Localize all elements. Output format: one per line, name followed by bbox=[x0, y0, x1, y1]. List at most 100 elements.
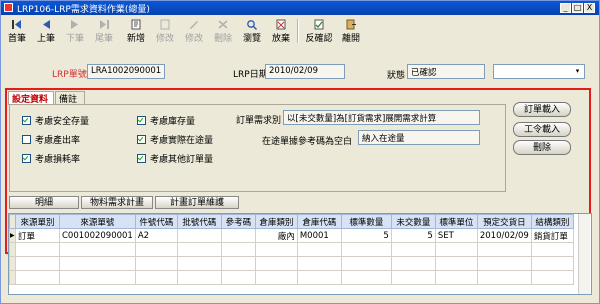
first-record-label: 首筆 bbox=[7, 34, 26, 44]
checkbox-box[interactable] bbox=[22, 154, 31, 163]
delete-row-button[interactable]: 刪除 bbox=[513, 140, 571, 155]
checkbox-label: 考慮實際在途量 bbox=[150, 136, 214, 146]
modify-button[interactable]: 修改 bbox=[180, 17, 208, 45]
previous-record-icon bbox=[43, 20, 50, 29]
table-cell[interactable]: M0001 bbox=[296, 228, 342, 243]
tab-notes[interactable]: 備註 bbox=[55, 91, 85, 105]
table-cell[interactable] bbox=[220, 228, 256, 243]
unconfirm-icon bbox=[314, 19, 324, 30]
unconfirm-button[interactable]: 反確認 bbox=[302, 17, 336, 45]
column-header[interactable]: 預定交貨日 bbox=[476, 214, 532, 229]
table-cell[interactable]: SET bbox=[434, 228, 478, 243]
checkbox-other-orders[interactable]: 考慮其他訂單量 bbox=[137, 152, 213, 165]
next-record-icon bbox=[71, 20, 78, 29]
checkbox-box[interactable] bbox=[137, 154, 146, 163]
exit-icon bbox=[346, 19, 356, 30]
column-header[interactable]: 標準單位 bbox=[434, 214, 478, 229]
modify-icon bbox=[190, 21, 198, 29]
last-record-label: 尾筆 bbox=[94, 34, 113, 44]
next-record-button[interactable]: 下筆 bbox=[61, 17, 89, 45]
checkbox-label: 考慮庫存量 bbox=[150, 117, 196, 127]
lrp-date-field[interactable]: 2010/02/09 bbox=[265, 64, 345, 79]
vertical-scrollbar[interactable] bbox=[578, 214, 590, 294]
detail-grid: 來源單別 來源單號 件號代碼 批號代碼 參考碼 倉庫類別 倉庫代碼 標準數量 未… bbox=[8, 213, 592, 295]
subtab-detail[interactable]: 明細 bbox=[9, 196, 79, 209]
order-demand-field[interactable]: 以[未交數量]為[訂貨需求]展開需求計算 bbox=[283, 110, 480, 125]
lrp-date-label: LRP日期 bbox=[233, 70, 268, 80]
column-header[interactable]: 結構類別 bbox=[530, 214, 574, 229]
delete-button[interactable]: 刪除 bbox=[209, 17, 237, 45]
add-button[interactable]: 新增 bbox=[122, 17, 150, 45]
checkbox-box[interactable] bbox=[22, 116, 31, 125]
status-label: 狀態 bbox=[387, 71, 406, 81]
subtab-mrp[interactable]: 物料需求計畫 bbox=[81, 196, 153, 209]
table-cell[interactable]: 訂單 bbox=[15, 228, 60, 243]
checkbox-box[interactable] bbox=[137, 116, 146, 125]
column-header[interactable]: 來源單別 bbox=[15, 214, 60, 229]
edit-icon bbox=[160, 19, 170, 30]
delete-label: 刪除 bbox=[213, 34, 232, 44]
column-header[interactable]: 來源單號 bbox=[59, 214, 136, 229]
table-cell[interactable]: 2010/02/09 bbox=[476, 228, 532, 243]
browse-label: 瀏覽 bbox=[242, 34, 261, 44]
app-icon bbox=[4, 3, 13, 12]
checkbox-output-rate[interactable]: 考慮產出率 bbox=[22, 133, 80, 146]
browse-button[interactable]: 瀏覽 bbox=[238, 17, 266, 45]
load-orders-button[interactable]: 訂單載入 bbox=[513, 102, 571, 117]
copy-label: 修改 bbox=[155, 34, 174, 44]
table-row-empty bbox=[9, 256, 574, 271]
first-record-icon bbox=[12, 20, 21, 29]
column-header[interactable]: 標準數量 bbox=[340, 214, 392, 229]
checkbox-safety-stock[interactable]: 考慮安全存量 bbox=[22, 114, 89, 127]
column-header[interactable]: 參考碼 bbox=[220, 214, 256, 229]
checkbox-inventory[interactable]: 考慮庫存量 bbox=[137, 114, 195, 127]
checkbox-label: 考慮損耗率 bbox=[35, 155, 81, 165]
chevron-down-icon[interactable]: ▾ bbox=[572, 66, 583, 77]
subtab-planned-orders[interactable]: 計畫訂單維護 bbox=[155, 196, 239, 209]
checkbox-box[interactable] bbox=[137, 135, 146, 144]
transit-field[interactable]: 納入在途量 bbox=[358, 130, 480, 145]
column-header[interactable]: 倉庫代碼 bbox=[296, 214, 342, 229]
add-label: 新增 bbox=[126, 34, 145, 44]
close-button[interactable]: X bbox=[584, 3, 595, 13]
table-cell[interactable]: 5 bbox=[390, 228, 436, 243]
column-header[interactable]: 倉庫類別 bbox=[254, 214, 298, 229]
extra-select[interactable]: ▾ bbox=[493, 64, 585, 79]
checkbox-label: 考慮安全存量 bbox=[35, 117, 90, 127]
checkbox-box[interactable] bbox=[22, 135, 31, 144]
last-record-button[interactable]: 尾筆 bbox=[90, 17, 118, 45]
settings-panel: 考慮安全存量 考慮產出率 考慮損耗率 考慮庫存量 考慮實際在途量 考慮其他訂單量… bbox=[9, 104, 506, 192]
column-header[interactable]: 批號代碼 bbox=[176, 214, 222, 229]
lrp-no-label: LRP單號 bbox=[52, 70, 87, 80]
table-row-empty bbox=[9, 270, 574, 285]
table-cell[interactable]: 銷貨訂單 bbox=[530, 228, 574, 243]
table-cell[interactable]: 廠內 bbox=[254, 228, 298, 243]
transit-label: 在途單據參考碼為空白 bbox=[262, 137, 353, 147]
checkbox-loss-rate[interactable]: 考慮損耗率 bbox=[22, 152, 80, 165]
last-record-icon bbox=[100, 20, 109, 29]
checkbox-label: 考慮其他訂單量 bbox=[150, 155, 214, 165]
table-row[interactable]: ▶ 訂單 C001002090001 A2 廠內 M0001 5 5 SET 2… bbox=[9, 228, 574, 243]
column-header[interactable]: 件號代碼 bbox=[134, 214, 178, 229]
lrp-no-field[interactable]: LRA1002090001 bbox=[87, 64, 165, 79]
first-record-button[interactable]: 首筆 bbox=[3, 17, 31, 45]
maximize-button[interactable]: □ bbox=[572, 3, 583, 13]
order-demand-label: 訂單需求別 bbox=[236, 116, 282, 126]
load-work-orders-button[interactable]: 工令載入 bbox=[513, 122, 571, 137]
minimize-button[interactable]: _ bbox=[560, 3, 571, 13]
status-field[interactable]: 已確認 bbox=[407, 64, 485, 79]
exit-button[interactable]: 離開 bbox=[337, 17, 365, 45]
checkbox-actual-transit[interactable]: 考慮實際在途量 bbox=[137, 133, 213, 146]
toolbar-separator bbox=[297, 19, 299, 43]
copy-button[interactable]: 修改 bbox=[151, 17, 179, 45]
table-cell[interactable] bbox=[176, 228, 222, 243]
table-cell[interactable]: 5 bbox=[340, 228, 392, 243]
discard-button[interactable]: 放棄 bbox=[267, 17, 295, 45]
discard-icon bbox=[276, 19, 286, 30]
app-window: LRP106-LRP需求資料作業(總量) _ □ X 首筆 上筆 下筆 尾筆 新… bbox=[0, 0, 600, 304]
previous-record-button[interactable]: 上筆 bbox=[32, 17, 60, 45]
table-cell[interactable]: A2 bbox=[134, 228, 178, 243]
column-header[interactable]: 未交數量 bbox=[390, 214, 436, 229]
table-cell[interactable]: C001002090001 bbox=[59, 228, 136, 243]
tab-settings[interactable]: 設定資料 bbox=[8, 91, 54, 105]
